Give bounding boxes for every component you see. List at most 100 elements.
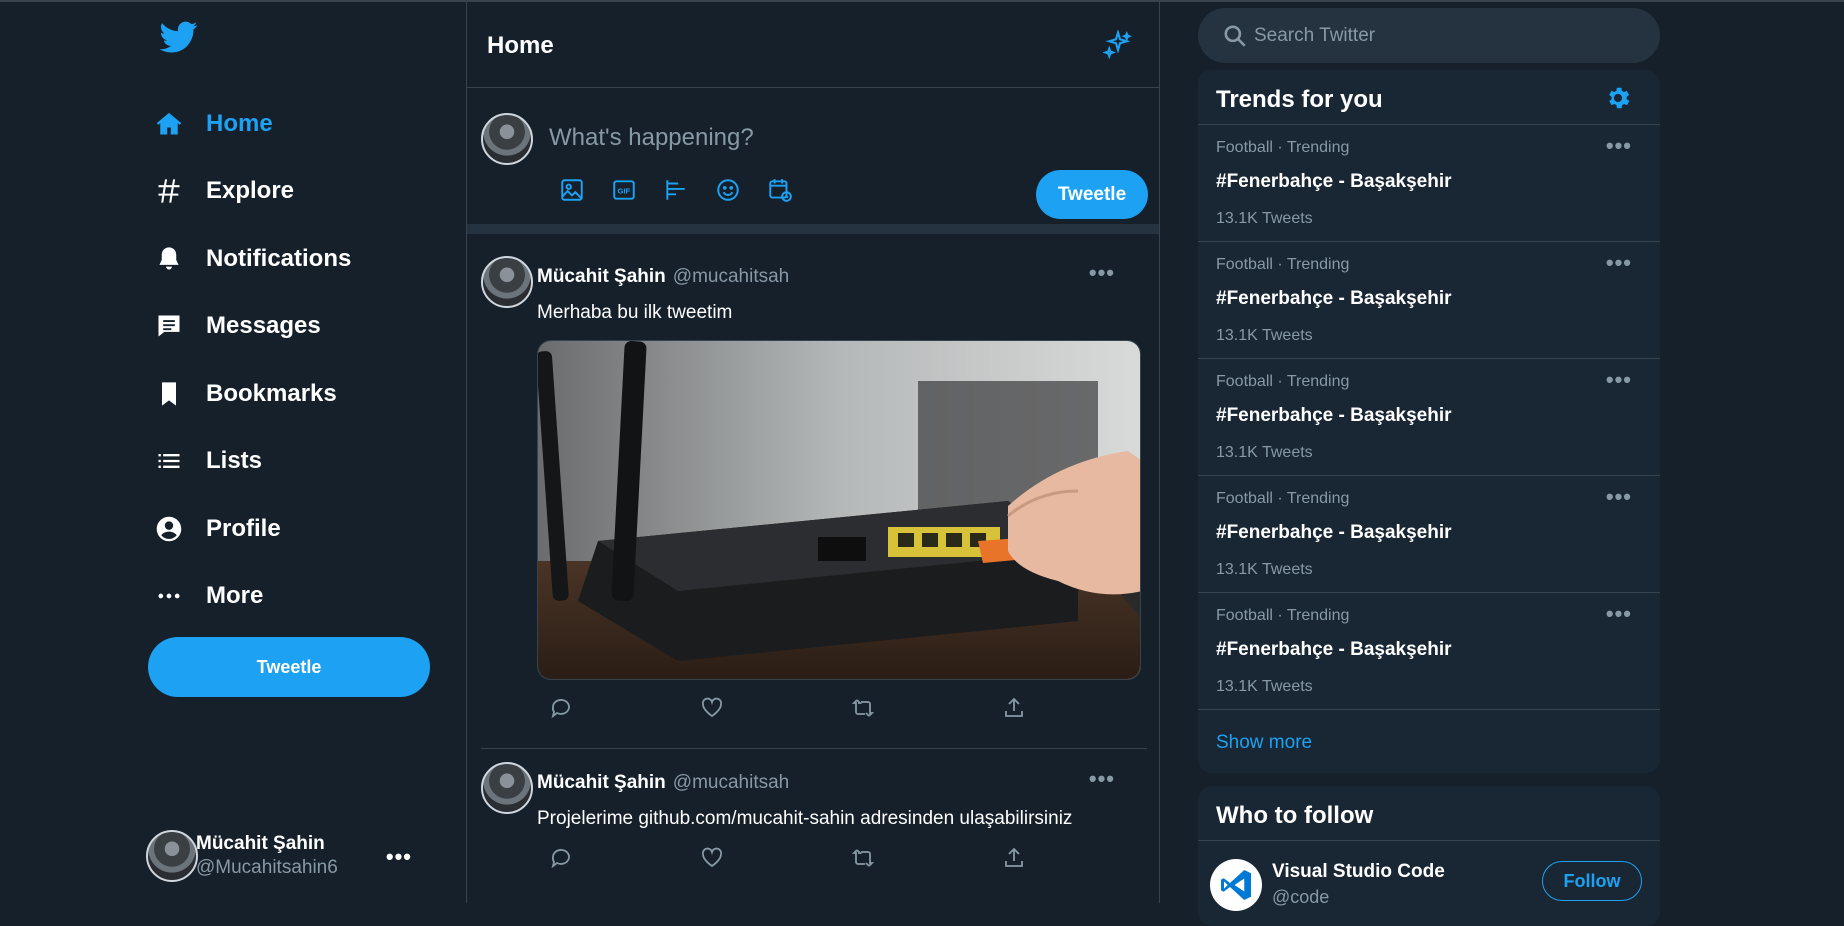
search-icon [1224,24,1246,47]
more-dots-icon[interactable]: ••• [1606,601,1632,627]
avatar[interactable] [481,762,533,814]
reply-icon[interactable] [549,696,573,720]
nav-label: Notifications [206,244,352,272]
tweet-text: Projelerime github.com/mucahit-sahin adr… [537,808,1073,829]
follow-suggestion[interactable]: Visual Studio Code @code Follow [1198,841,1660,911]
nav-label: Lists [206,447,263,475]
trend-count: 13.1K Tweets [1216,210,1313,227]
page-title: Home [487,32,554,59]
nav-label: Home [206,109,273,137]
follow-name[interactable]: Visual Studio Code [1272,861,1445,883]
trend-item[interactable]: Football · Trending #Fenerbahçe - Başakş… [1198,593,1660,710]
trends-header: Trends for you [1198,70,1660,125]
sparkle-icon[interactable] [1103,30,1133,60]
schedule-icon[interactable] [767,177,793,203]
share-icon[interactable] [1002,846,1026,870]
follow-handle: @code [1272,887,1330,907]
nav-label: Profile [206,514,281,542]
nav-notifications[interactable]: Notifications [148,225,351,293]
tweet-text: Merhaba bu ilk tweetim [537,302,733,323]
tweet-author-handle[interactable]: @mucahitsah [673,266,789,287]
trend-meta: Football · Trending [1216,373,1350,390]
list-icon [158,454,180,469]
trend-item[interactable]: Football · Trending #Fenerbahçe - Başakş… [1198,476,1660,593]
follow-button[interactable]: Follow [1542,861,1642,901]
composer-toolbar: GIF [559,177,819,203]
trend-count: 13.1K Tweets [1216,327,1313,344]
avatar [146,830,198,882]
poll-icon[interactable] [663,177,689,203]
more-dots-icon[interactable]: ••• [1606,133,1632,159]
nav-lists[interactable]: Lists [148,428,351,496]
nav-more[interactable]: More [148,563,351,631]
account-handle: @Mucahitsahin6 [196,857,338,878]
tweet[interactable]: Mücahit Şahin @mucahitsah ••• Merhaba bu … [481,256,1147,724]
trend-title: #Fenerbahçe - Başakşehir [1216,405,1452,426]
more-dots-icon [158,593,180,599]
show-more-link[interactable]: Show more [1216,732,1312,754]
compose-input[interactable]: What's happening? [549,124,754,152]
nav-label: Messages [206,312,321,340]
gif-icon[interactable]: GIF [611,177,637,203]
bell-icon [159,247,179,270]
tweet-author-name[interactable]: Mücahit Şahin [537,266,666,287]
nav-explore[interactable]: Explore [148,158,351,226]
more-dots-icon[interactable]: ••• [1089,766,1115,792]
retweet-icon[interactable] [851,846,875,870]
emoji-icon[interactable] [715,177,741,203]
gear-icon[interactable] [1604,84,1632,112]
trend-item[interactable]: Football · Trending #Fenerbahçe - Başakş… [1198,125,1660,242]
user-icon [156,516,182,541]
trend-title: #Fenerbahçe - Başakşehir [1216,639,1452,660]
who-to-follow-header: Who to follow [1198,786,1660,841]
account-name: Mücahit Şahin [196,833,325,854]
tweet-header: Mücahit Şahin @mucahitsah [537,266,789,288]
reply-icon[interactable] [549,846,573,870]
tweet-actions [549,696,1153,720]
trends-panel: Trends for you Football · Trending #Fene… [1198,70,1660,773]
more-dots-icon[interactable]: ••• [1606,484,1632,510]
vscode-logo-icon [1210,859,1262,911]
share-icon[interactable] [1002,696,1026,720]
more-dots-icon[interactable]: ••• [1606,367,1632,393]
search-bar[interactable] [1198,8,1660,63]
account-switcher[interactable]: Mücahit Şahin @Mucahitsahin6 ••• [146,828,436,884]
trend-count: 13.1K Tweets [1216,561,1313,578]
more-dots-icon[interactable]: ••• [386,844,412,870]
trend-title: #Fenerbahçe - Başakşehir [1216,171,1452,192]
trend-item[interactable]: Football · Trending #Fenerbahçe - Başakş… [1198,242,1660,359]
account-names: Mücahit Şahin @Mucahitsahin6 [196,833,338,879]
more-dots-icon[interactable]: ••• [1606,250,1632,276]
bookmark-icon [162,382,176,406]
nav-home[interactable]: Home [148,90,351,158]
more-dots-icon[interactable]: ••• [1089,260,1115,286]
nav-bookmarks[interactable]: Bookmarks [148,360,351,428]
nav-label: More [206,582,264,610]
image-icon[interactable] [559,177,585,203]
left-sidebar: Home Explore Notifications Messages Book… [0,0,467,903]
who-to-follow-title: Who to follow [1216,802,1374,829]
tweet-button[interactable]: Tweetle [148,637,430,697]
trend-item[interactable]: Football · Trending #Fenerbahçe - Başakş… [1198,359,1660,476]
hashtag-icon [158,179,180,203]
avatar[interactable] [481,256,533,308]
retweet-icon[interactable] [851,696,875,720]
twitter-bird-icon[interactable] [160,18,198,56]
search-input[interactable] [1254,24,1614,47]
like-icon[interactable] [700,846,724,870]
trend-meta: Football · Trending [1216,256,1350,273]
timeline-header: Home [467,0,1159,88]
nav-label: Explore [206,177,295,205]
tweet[interactable]: Mücahit Şahin @mucahitsah ••• Projelerime… [481,762,1147,903]
tweet-author-name[interactable]: Mücahit Şahin [537,772,666,793]
tweet-author-handle[interactable]: @mucahitsah [673,772,789,793]
like-icon[interactable] [700,696,724,720]
nav-profile[interactable]: Profile [148,495,351,563]
tweet-image[interactable] [537,340,1141,680]
tweet-divider [481,748,1147,749]
trend-meta: Football · Trending [1216,607,1350,624]
compose-tweet-button[interactable]: Tweetle [1036,170,1148,219]
trend-count: 13.1K Tweets [1216,678,1313,695]
nav-messages[interactable]: Messages [148,293,351,361]
trend-title: #Fenerbahçe - Başakşehir [1216,288,1452,309]
